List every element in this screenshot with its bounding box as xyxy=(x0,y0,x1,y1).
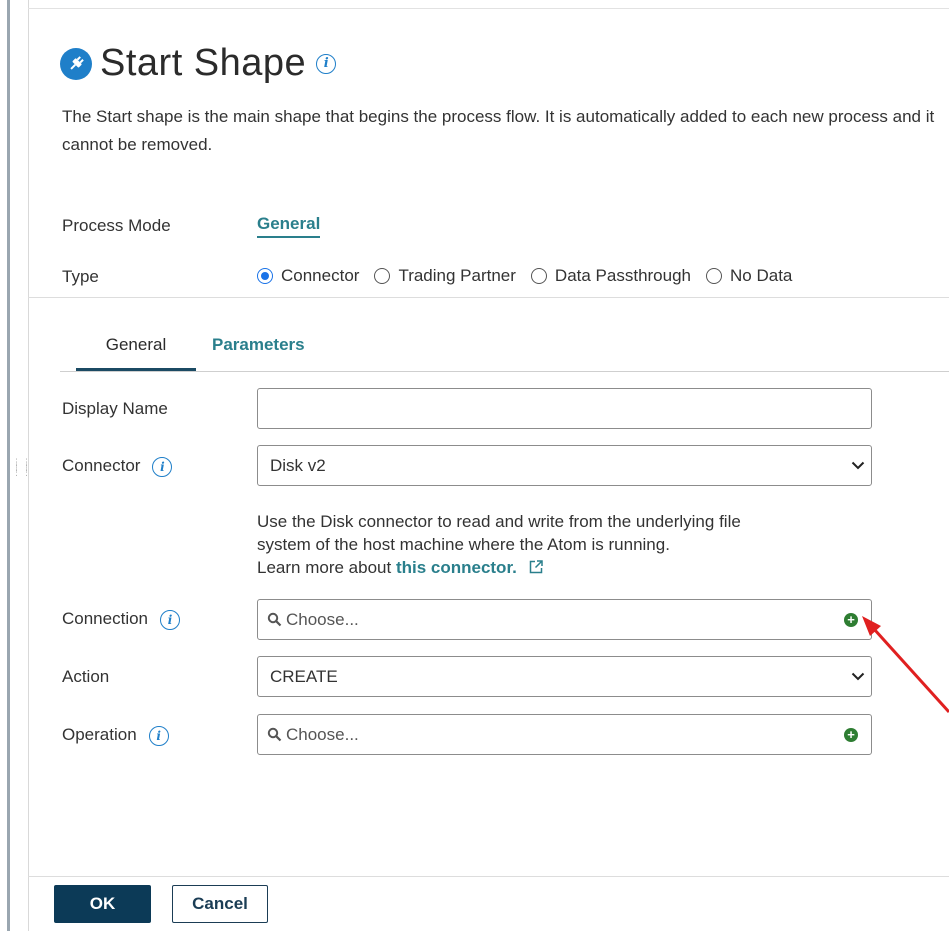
type-option-connector[interactable]: Connector xyxy=(257,266,359,286)
radio-label-data-passthrough: Data Passthrough xyxy=(554,266,692,285)
external-link-icon[interactable] xyxy=(528,558,544,581)
help-line-1: Use the Disk connector to read and write… xyxy=(257,512,741,531)
info-icon[interactable]: i xyxy=(148,725,169,746)
type-option-trading-partner[interactable]: Trading Partner xyxy=(374,266,516,286)
type-radio-group: Connector Trading Partner Data Passthrou… xyxy=(257,266,807,286)
radio-label-trading-partner: Trading Partner xyxy=(398,266,516,285)
operation-chooser[interactable]: Choose... + xyxy=(257,714,872,755)
display-name-label: Display Name xyxy=(62,399,168,418)
process-mode-link[interactable]: General xyxy=(257,214,321,238)
info-icon[interactable]: i xyxy=(152,456,173,477)
chevron-down-icon xyxy=(845,461,871,470)
connector-help-text: Use the Disk connector to read and write… xyxy=(257,510,877,581)
info-icon[interactable]: i xyxy=(160,609,181,630)
action-label: Action xyxy=(62,667,110,686)
connection-chooser[interactable]: Choose... + xyxy=(257,599,872,640)
action-value: CREATE xyxy=(270,666,338,686)
radio-label-no-data: No Data xyxy=(730,266,793,285)
chevron-down-icon xyxy=(845,672,871,681)
add-operation-icon[interactable]: + xyxy=(844,727,858,742)
radio-data-passthrough[interactable] xyxy=(530,268,547,284)
section-divider xyxy=(28,297,949,298)
dialog-header: Start Shape i xyxy=(60,42,337,85)
footer-divider xyxy=(28,876,949,877)
search-icon xyxy=(258,727,282,742)
tab-parameters[interactable]: Parameters xyxy=(212,335,305,363)
radio-trading-partner[interactable] xyxy=(374,268,391,284)
add-connection-icon[interactable]: + xyxy=(844,612,858,627)
tab-bar: General Parameters xyxy=(60,335,949,372)
cancel-button[interactable]: Cancel xyxy=(172,885,268,923)
connection-label-row: Connection i xyxy=(62,609,181,630)
type-option-data-passthrough[interactable]: Data Passthrough xyxy=(530,266,692,286)
tab-general[interactable]: General xyxy=(76,335,196,371)
panel-left-border xyxy=(7,0,10,931)
type-label: Type xyxy=(62,267,99,286)
ok-button[interactable]: OK xyxy=(54,885,151,923)
operation-label: Operation xyxy=(62,725,137,744)
operation-label-row: Operation i xyxy=(62,725,169,746)
type-option-no-data[interactable]: No Data xyxy=(706,266,792,286)
connection-label: Connection xyxy=(62,609,149,628)
connector-label: Connector xyxy=(62,456,141,475)
process-mode-label: Process Mode xyxy=(62,216,171,235)
operation-placeholder: Choose... xyxy=(286,724,359,744)
radio-no-data[interactable] xyxy=(706,268,723,284)
learn-more-prefix: Learn more about xyxy=(257,558,392,577)
dialog-description: The Start shape is the main shape that b… xyxy=(62,107,935,154)
drag-handle[interactable]: ⋮⋮ ⋮⋮ ⋮⋮ xyxy=(12,458,31,488)
connector-select[interactable]: Disk v2 xyxy=(257,445,872,486)
top-divider xyxy=(28,8,949,9)
search-icon xyxy=(258,612,282,627)
display-name-input[interactable] xyxy=(257,388,872,429)
help-line-2: system of the host machine where the Ato… xyxy=(257,535,670,554)
connector-doc-link[interactable]: this connector. xyxy=(396,558,517,577)
help-line-3: Learn more about this connector. xyxy=(257,556,877,581)
action-select[interactable]: CREATE xyxy=(257,656,872,697)
info-icon[interactable]: i xyxy=(316,53,337,74)
radio-connector[interactable] xyxy=(257,268,273,284)
plug-icon xyxy=(60,47,92,80)
connection-placeholder: Choose... xyxy=(286,609,359,629)
dialog-title: Start Shape xyxy=(100,42,307,84)
connector-value: Disk v2 xyxy=(270,455,326,475)
radio-label-connector: Connector xyxy=(281,266,360,285)
connector-label-row: Connector i xyxy=(62,456,173,477)
